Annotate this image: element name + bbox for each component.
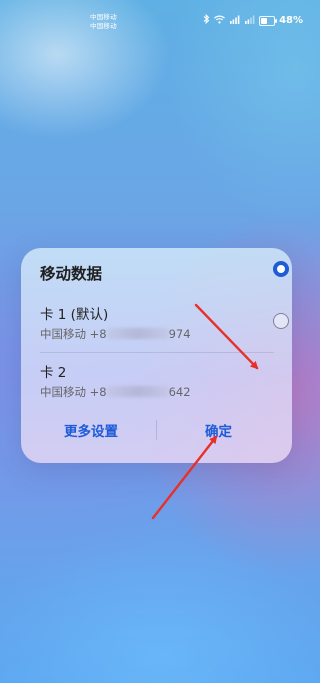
redacted-number — [106, 386, 169, 397]
status-bar: 中国移动 中国移动 48% — [0, 0, 313, 36]
sim-2-radio-unchecked[interactable] — [273, 313, 289, 329]
mobile-data-dialog: 移动数据 卡 1 (默认) 中国移动 +8 974 卡 2 中国移动 +8 642 … — [21, 248, 292, 463]
confirm-button[interactable]: 确定 — [205, 420, 232, 440]
sim-number-suffix: 642 — [168, 385, 191, 399]
sim-carrier: 中国移动 +8 — [40, 385, 107, 399]
bluetooth-icon — [203, 13, 210, 27]
battery-icon — [259, 15, 278, 26]
status-icons: 48% — [203, 13, 303, 27]
button-divider — [156, 420, 157, 440]
sim-carrier: 中国移动 +8 — [40, 327, 107, 341]
sim-name: 卡 2 — [40, 365, 67, 381]
sim-number: 中国移动 +8 974 — [40, 326, 191, 342]
more-settings-button[interactable]: 更多设置 — [64, 420, 118, 440]
carrier-line-1: 中国移动 — [90, 13, 117, 21]
dialog-title: 移动数据 — [40, 265, 103, 283]
sim-name: 卡 1 (默认) — [40, 307, 109, 323]
sim-1-radio-checked[interactable] — [273, 261, 289, 277]
sim-option-1[interactable]: 卡 1 (默认) 中国移动 +8 974 — [40, 303, 274, 349]
wifi-icon — [214, 15, 225, 27]
sim-option-2[interactable]: 卡 2 中国移动 +8 642 — [40, 361, 274, 407]
sim-number: 中国移动 +8 642 — [40, 384, 191, 400]
signal-4g-icon — [244, 15, 255, 27]
redacted-number — [106, 328, 169, 339]
signal-4g-icon — [229, 15, 240, 27]
sim-number-suffix: 974 — [168, 327, 191, 341]
battery-percent: 48% — [279, 15, 303, 26]
divider — [40, 352, 274, 353]
carrier-line-2: 中国移动 — [90, 22, 117, 30]
carrier-label: 中国移动 中国移动 — [90, 13, 117, 31]
